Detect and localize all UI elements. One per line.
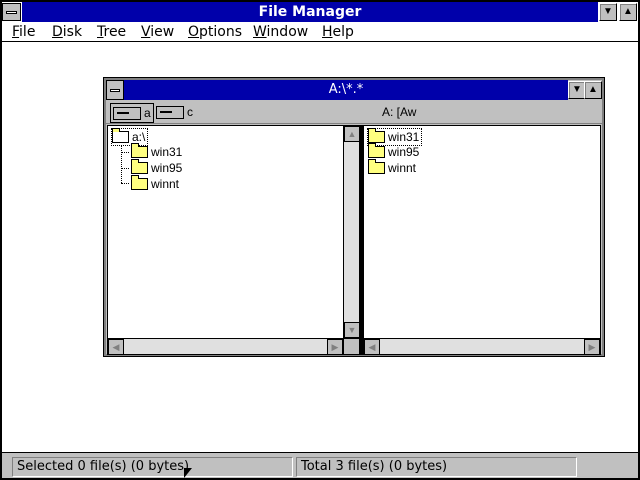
file-item-winnt[interactable]: winnt [368,158,417,176]
app-title: File Manager [258,4,362,20]
system-menu-icon [110,89,120,92]
menu-help[interactable]: Help [322,23,354,41]
menu-bar: File Disk Tree View Options Window Help [2,22,638,42]
tree-item-label: winnt [151,177,180,191]
scrollbar-corner [343,338,360,355]
minimize-button[interactable]: ▼ [599,3,617,21]
tree-item-win95[interactable]: win95 [131,158,183,176]
file-item-win95[interactable]: win95 [368,142,420,160]
folder-icon [131,158,148,174]
left-arrow-icon: ◀ [112,342,120,352]
system-menu-button[interactable] [2,3,21,21]
directory-window[interactable]: A:\*.* ▼ ▲ a c A: [Aw a:\ win31 win95 wi… [103,77,605,357]
tree-vertical-scrollbar[interactable] [343,125,360,339]
up-arrow-icon: ▲ [347,129,357,139]
drive-c[interactable]: c [156,103,193,121]
folder-icon [131,174,148,190]
file-horizontal-scrollbar[interactable] [363,338,601,355]
tree-pane[interactable]: a:\ win31 win95 winnt [107,125,344,339]
scroll-down-button[interactable]: ▼ [344,322,360,338]
volume-label: A: [Aw [382,105,417,119]
tree-connector [121,168,129,170]
down-arrow-icon: ▼ [347,325,357,335]
directory-window-title-bar[interactable]: A:\*.* [124,80,568,100]
maximize-icon: ▲ [623,6,633,17]
tree-connector [121,152,129,154]
tree-item-label: win31 [151,145,183,159]
drive-bar: a c A: [Aw [106,100,602,124]
right-arrow-icon: ▶ [588,342,596,352]
status-total: Total 3 file(s) (0 bytes) [296,457,577,477]
tree-item-label: win95 [151,161,183,175]
child-maximize-button[interactable]: ▲ [584,81,602,99]
floppy-drive-icon [113,107,141,121]
minimize-icon: ▼ [603,6,613,17]
drive-a-label: a [144,106,151,120]
menu-options[interactable]: Options [188,23,242,41]
folder-icon [368,142,385,158]
mouse-cursor-icon [184,468,192,478]
app-title-bar[interactable]: File Manager [22,2,598,22]
menu-tree[interactable]: Tree [97,23,126,41]
menu-disk[interactable]: Disk [52,23,82,41]
scroll-right-button[interactable]: ▶ [327,339,343,355]
scroll-left-button[interactable]: ◀ [108,339,124,355]
system-menu-icon [6,11,17,14]
menu-view[interactable]: View [141,23,174,41]
tree-connector [121,145,123,183]
open-folder-icon [112,127,129,143]
status-selected: Selected 0 file(s) (0 bytes) [12,457,293,477]
maximize-icon: ▲ [588,84,598,95]
menu-window[interactable]: Window [253,23,308,41]
hard-drive-icon [156,106,184,120]
scroll-up-button[interactable]: ▲ [344,126,360,142]
directory-window-title: A:\*.* [328,82,364,97]
status-bar: Selected 0 file(s) (0 bytes) Total 3 fil… [2,452,638,478]
folder-icon [131,142,148,158]
tree-connector [121,183,129,185]
file-item-label: winnt [388,161,417,175]
menu-file[interactable]: File [12,23,35,41]
scroll-right-button[interactable]: ▶ [584,339,600,355]
file-item-label: win31 [388,130,420,144]
tree-horizontal-scrollbar[interactable] [107,338,344,355]
folder-icon [368,158,385,174]
minimize-icon: ▼ [572,84,582,95]
tree-item-win31[interactable]: win31 [131,142,183,160]
drive-c-label: c [187,105,193,119]
scroll-left-button[interactable]: ◀ [364,339,380,355]
left-arrow-icon: ◀ [368,342,376,352]
child-system-menu-button[interactable] [106,80,124,100]
file-list-pane[interactable]: win31 win95 winnt [363,125,601,339]
tree-item-winnt[interactable]: winnt [131,174,180,192]
file-item-label: win95 [388,145,420,159]
maximize-button[interactable]: ▲ [619,3,637,21]
right-arrow-icon: ▶ [331,342,339,352]
folder-icon [368,127,385,143]
drive-a[interactable]: a [110,103,154,123]
